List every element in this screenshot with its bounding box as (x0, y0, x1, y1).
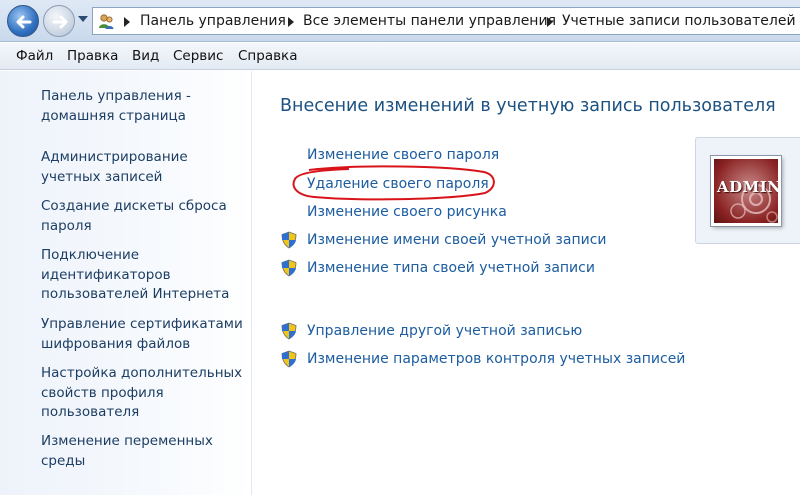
change-account-name-link[interactable]: Изменение имени своей учетной записи (307, 232, 607, 248)
manage-another-account-link[interactable]: Управление другой учетной записью (307, 323, 582, 339)
change-account-type-link[interactable]: Изменение типа своей учетной записи (307, 260, 595, 276)
menu-file[interactable]: Файл (16, 48, 53, 64)
change-password-link[interactable]: Изменение своего пароля (307, 147, 499, 163)
sidebar-item-manage-accounts[interactable]: Администрирование учетных записей (41, 148, 246, 187)
sidebar-item-encryption-certificates[interactable]: Управление сертификатами шифрования файл… (41, 315, 246, 354)
back-button[interactable] (7, 5, 39, 37)
breadcrumb-item-control-panel[interactable]: Панель управления (140, 13, 286, 29)
sidebar-item-profile-properties[interactable]: Настройка дополнительных свойств профиля… (41, 364, 246, 423)
arrow-right-icon (52, 15, 68, 29)
breadcrumb[interactable]: Панель управления Все элементы панели уп… (92, 7, 800, 35)
uac-shield-icon (281, 322, 297, 340)
change-picture-link[interactable]: Изменение своего рисунка (307, 204, 507, 220)
user-accounts-icon (99, 14, 114, 29)
menu-bar: Файл Правка Вид Сервис Справка (0, 43, 800, 70)
breadcrumb-separator[interactable] (547, 17, 553, 27)
forward-button[interactable] (43, 5, 75, 37)
red-highlight-circle (292, 165, 495, 201)
sidebar-item-environment-variables[interactable]: Изменение переменных среды (41, 432, 246, 471)
breadcrumb-item-user-accounts[interactable]: Учетные записи пользователей (562, 13, 796, 29)
uac-shield-icon (281, 231, 297, 249)
sidebar: Панель управления - домашняя страница Ад… (0, 71, 252, 495)
sidebar-item-online-ids[interactable]: Подключение идентификаторов пользователе… (41, 246, 246, 305)
arrow-left-icon (16, 15, 32, 29)
menu-edit[interactable]: Правка (67, 48, 118, 64)
breadcrumb-separator[interactable] (288, 17, 294, 27)
user-picture: ADMIN (711, 156, 781, 226)
user-picture-label: ADMIN (717, 178, 781, 196)
sidebar-item-reset-disk[interactable]: Создание дискеты сброса пароля (41, 197, 246, 236)
uac-shield-icon (281, 259, 297, 277)
breadcrumb-item-all-items[interactable]: Все элементы панели управления (303, 13, 556, 29)
address-bar: Панель управления Все элементы панели уп… (0, 0, 800, 42)
menu-view[interactable]: Вид (132, 48, 159, 64)
sidebar-item-control-panel-home[interactable]: Панель управления - домашняя страница (41, 87, 246, 126)
user-account-tile: ADMIN (695, 137, 800, 244)
menu-help[interactable]: Справка (238, 48, 297, 64)
page-title: Внесение изменений в учетную запись поль… (280, 96, 776, 116)
uac-settings-link[interactable]: Изменение параметров контроля учетных за… (307, 351, 685, 367)
uac-shield-icon (281, 350, 297, 368)
recent-pages-dropdown[interactable] (78, 16, 88, 22)
breadcrumb-separator[interactable] (124, 17, 130, 27)
menu-tools[interactable]: Сервис (173, 48, 223, 64)
